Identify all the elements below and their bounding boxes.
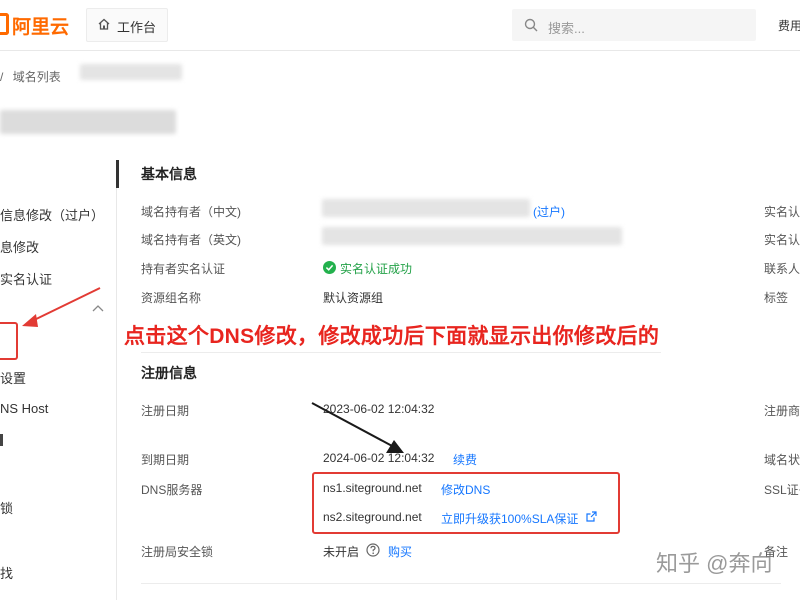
search-placeholder: 搜索... — [548, 21, 585, 36]
menu-item-lock[interactable]: 锁 — [0, 498, 13, 517]
ns1-value: ns1.siteground.net — [323, 481, 422, 495]
menu-item-transfer[interactable]: 信息修改（过户） — [0, 205, 104, 224]
menu-item-find[interactable]: 找 — [0, 563, 13, 582]
fee-menu[interactable]: 费用 — [778, 17, 800, 34]
home-icon — [98, 18, 110, 30]
right-label-contact: 联系人 — [764, 262, 800, 276]
ns2-value: ns2.siteground.net — [323, 510, 422, 524]
dns-server-label: DNS服务器 — [141, 483, 203, 497]
check-circle-icon — [323, 261, 336, 274]
blurred-holder-cn — [322, 199, 530, 217]
registrar-label: 注册商 — [764, 404, 800, 418]
buy-link[interactable]: 购买 — [388, 543, 412, 560]
search-icon — [524, 18, 538, 32]
menu-item-fragment — [0, 434, 3, 446]
resource-group-value: 默认资源组 — [323, 291, 384, 305]
external-link-icon[interactable] — [586, 511, 597, 522]
zhihu-watermark: 知乎 @奔向 — [656, 551, 773, 576]
holder-en-label: 域名持有者（英文) — [141, 233, 241, 247]
blurred-domain-name — [80, 64, 182, 80]
domain-status-label: 域名状 — [764, 453, 800, 467]
blurred-holder-en — [322, 227, 622, 245]
right-label-tags: 标签 — [764, 291, 789, 305]
renew-link[interactable]: 续费 — [453, 451, 477, 468]
search-input[interactable]: 搜索... — [512, 9, 756, 41]
registration-info-title: 注册信息 — [141, 365, 197, 381]
right-label-2: 实名认 — [764, 233, 800, 247]
logo-mark-icon — [0, 13, 9, 35]
upgrade-sla-link[interactable]: 立即升级获100%SLA保证 — [441, 510, 578, 527]
aliyun-logo[interactable]: 阿里云 — [0, 12, 69, 39]
ssl-cert-label: SSL证书 — [764, 483, 800, 497]
exp-date-label: 到期日期 — [141, 453, 190, 467]
holder-cn-label: 域名持有者（中文) — [141, 205, 241, 219]
logo-text: 阿里云 — [12, 17, 70, 38]
transfer-link[interactable]: (过户) — [533, 203, 565, 220]
breadcrumb: / 域名列表 — [0, 68, 61, 85]
workbench-button[interactable]: 工作台 — [86, 8, 168, 42]
menu-item-settings[interactable]: 设置 — [0, 368, 26, 387]
basic-info-title: 基本信息 — [141, 166, 197, 182]
section-divider — [141, 352, 661, 353]
left-menu-divider — [116, 160, 117, 600]
arrow-to-menu-icon — [22, 287, 101, 327]
blurred-page-title — [0, 110, 176, 134]
verification-label: 持有者实名认证 — [141, 262, 226, 276]
arrow-to-dns-icon — [311, 402, 404, 453]
annotation-text: 点击这个DNS修改，修改成功后下面就显示出你修改后的 — [124, 325, 660, 348]
bottom-divider — [141, 583, 781, 584]
registry-lock-label: 注册局安全锁 — [141, 545, 214, 559]
registry-lock-value: 未开启 — [323, 545, 360, 559]
modify-dns-link[interactable]: 修改DNS — [441, 481, 490, 498]
help-icon[interactable] — [366, 543, 380, 557]
right-label-1: 实名认 — [764, 205, 800, 219]
breadcrumb-current[interactable]: 域名列表 — [13, 70, 61, 84]
resource-group-label: 资源组名称 — [141, 291, 202, 305]
reg-date-label: 注册日期 — [141, 404, 190, 418]
workbench-label: 工作台 — [117, 20, 157, 35]
breadcrumb-separator: / — [0, 70, 4, 84]
section-indicator — [116, 160, 119, 188]
menu-item-dns-host[interactable]: NS Host — [0, 401, 48, 416]
menu-item-modify[interactable]: 息修改 — [0, 237, 39, 256]
verification-status: 实名认证成功 — [340, 262, 413, 276]
